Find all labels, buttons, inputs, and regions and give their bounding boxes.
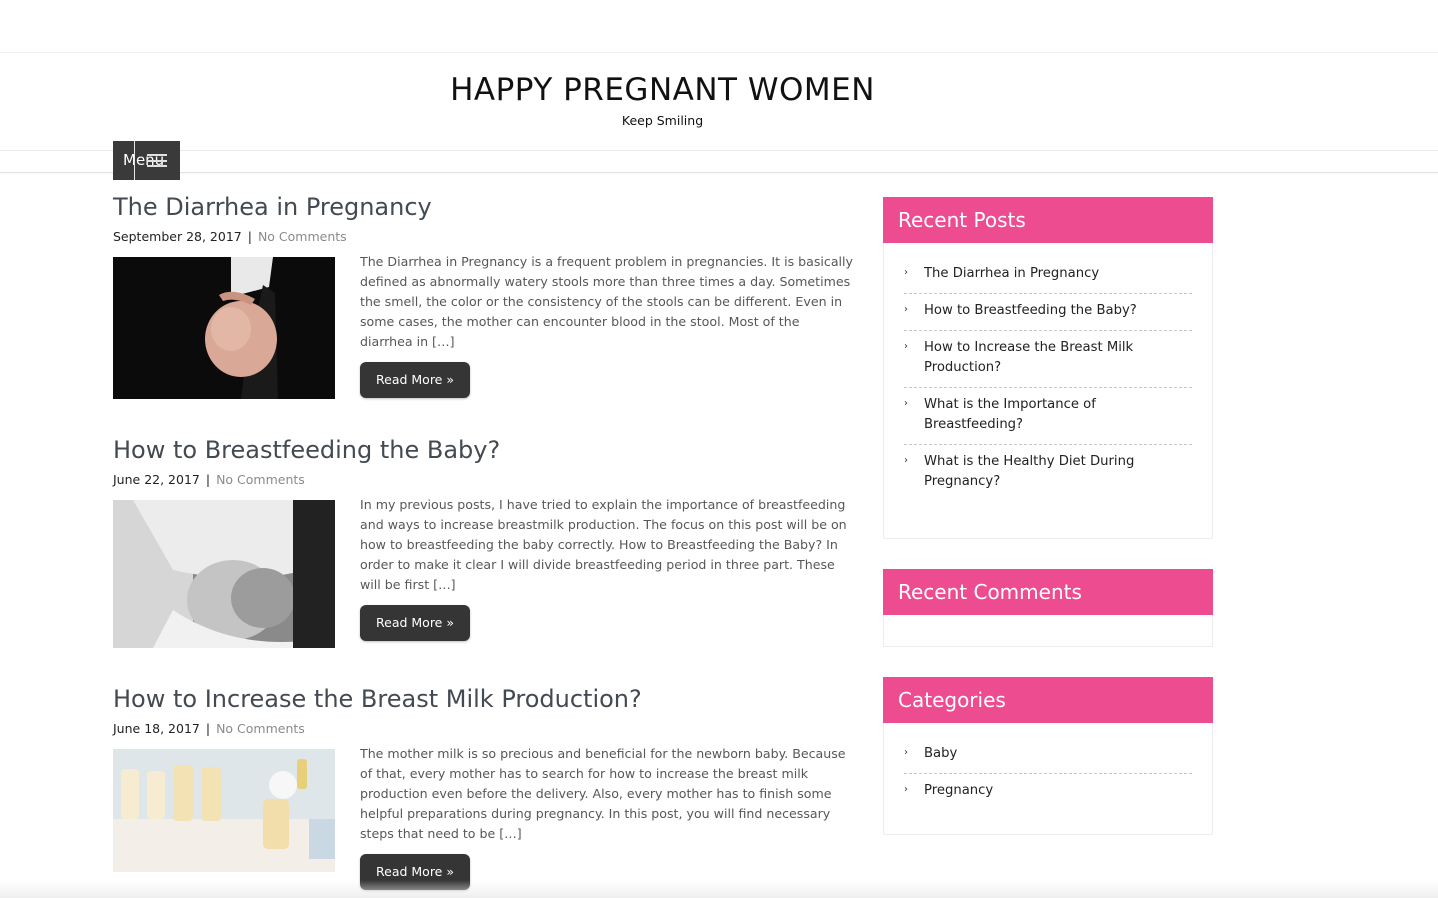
list-item: › Baby: [904, 737, 1192, 774]
post-date: June 18, 2017: [113, 721, 200, 736]
navigation-bar: [0, 150, 1438, 173]
pregnant-belly-image: [113, 257, 335, 399]
widget-title: Categories: [883, 677, 1213, 723]
list-item: › What is the Healthy Diet During Pregnan…: [904, 445, 1192, 501]
post-excerpt: The Diarrhea in Pregnancy is a frequent …: [360, 254, 854, 349]
list-item: › How to Increase the Breast Milk Product…: [904, 331, 1192, 388]
post-thumbnail-breast-pump[interactable]: [113, 749, 335, 872]
recent-post-link[interactable]: What is the Importance of Breastfeeding?: [924, 397, 1096, 432]
post-title[interactable]: How to Breastfeeding the Baby?: [113, 436, 853, 464]
post-thumbnail-pregnant-belly[interactable]: [113, 257, 335, 399]
categories-widget: Categories › Baby › Pregnancy: [883, 677, 1213, 835]
list-item: › What is the Importance of Breastfeeding…: [904, 388, 1192, 445]
post-card: The Diarrhea in Pregnancy September 28, …: [113, 193, 853, 399]
post-date: September 28, 2017: [113, 229, 242, 244]
breastfeeding-image: [113, 500, 335, 648]
post-card: How to Increase the Breast Milk Producti…: [113, 685, 853, 890]
recent-post-link[interactable]: What is the Healthy Diet During Pregnanc…: [924, 454, 1134, 489]
menu-divider: [134, 141, 135, 180]
chevron-right-icon: ›: [904, 455, 908, 466]
list-item: › Pregnancy: [904, 774, 1192, 810]
meta-separator: |: [205, 721, 211, 736]
post-excerpt: In my previous posts, I have tried to ex…: [360, 497, 847, 592]
meta-separator: |: [205, 472, 211, 487]
post-date: June 22, 2017: [113, 472, 200, 487]
category-link[interactable]: Baby: [924, 746, 957, 761]
post-meta: September 28, 2017 | No Comments: [113, 229, 853, 244]
post-thumbnail-breastfeeding[interactable]: [113, 500, 335, 648]
site-tagline: Keep Smiling: [621, 113, 704, 128]
header-top-divider: [0, 52, 1438, 53]
list-item: › How to Breastfeeding the Baby?: [904, 294, 1192, 331]
breast-pump-image: [113, 749, 335, 872]
chevron-right-icon: ›: [904, 267, 908, 278]
bottom-fade: [0, 880, 1438, 898]
category-link[interactable]: Pregnancy: [924, 783, 993, 798]
chevron-right-icon: ›: [904, 784, 908, 795]
hamburger-icon: [147, 154, 167, 167]
post-comments-link[interactable]: No Comments: [258, 229, 347, 244]
recent-posts-widget: Recent Posts › The Diarrhea in Pregnancy …: [883, 197, 1213, 539]
chevron-right-icon: ›: [904, 398, 908, 409]
site-title[interactable]: HAPPY PREGNANT WOMEN: [0, 72, 1325, 108]
post-card: How to Breastfeeding the Baby? June 22, …: [113, 436, 853, 648]
chevron-right-icon: ›: [904, 341, 908, 352]
meta-separator: |: [247, 229, 252, 244]
widget-title: Recent Comments: [883, 569, 1213, 615]
post-comments-link[interactable]: No Comments: [216, 472, 305, 487]
recent-post-link[interactable]: The Diarrhea in Pregnancy: [924, 266, 1099, 281]
menu-toggle-button[interactable]: Menu: [113, 141, 180, 180]
list-item: › The Diarrhea in Pregnancy: [904, 257, 1192, 294]
read-more-button[interactable]: Read More »: [360, 362, 470, 398]
post-comments-link[interactable]: No Comments: [216, 721, 305, 736]
post-title[interactable]: The Diarrhea in Pregnancy: [113, 193, 853, 221]
recent-comments-widget: Recent Comments: [883, 569, 1213, 647]
post-meta: June 18, 2017 | No Comments: [113, 721, 853, 736]
post-meta: June 22, 2017 | No Comments: [113, 472, 853, 487]
recent-posts-list: › The Diarrhea in Pregnancy › How to Breas…: [884, 243, 1212, 511]
chevron-right-icon: ›: [904, 304, 908, 315]
post-title[interactable]: How to Increase the Breast Milk Producti…: [113, 685, 853, 713]
recent-post-link[interactable]: How to Breastfeeding the Baby?: [924, 303, 1137, 318]
widget-title: Recent Posts: [883, 197, 1213, 243]
chevron-right-icon: ›: [904, 747, 908, 758]
categories-list: › Baby › Pregnancy: [884, 723, 1212, 820]
post-excerpt: The mother milk is so precious and benef…: [360, 746, 846, 841]
read-more-button[interactable]: Read More »: [360, 605, 470, 641]
recent-post-link[interactable]: How to Increase the Breast Milk Producti…: [924, 340, 1133, 375]
